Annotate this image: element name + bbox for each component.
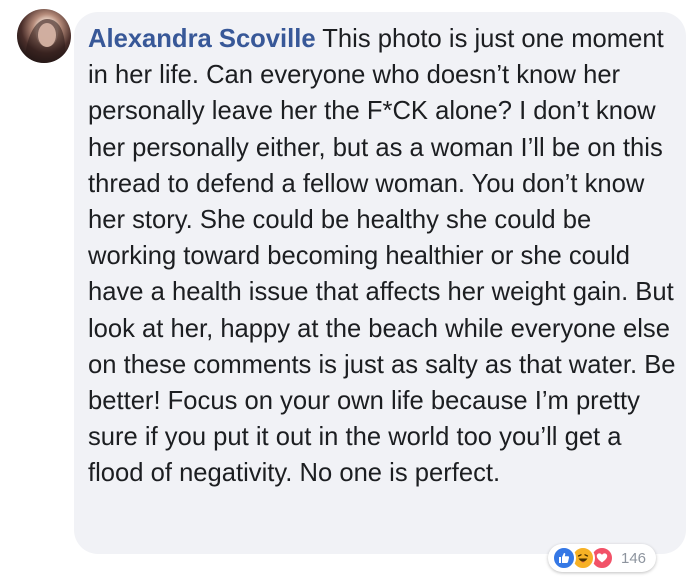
avatar-photo-icon bbox=[25, 19, 66, 63]
comment-body: Alexandra Scoville This photo is just on… bbox=[88, 21, 678, 492]
avatar[interactable] bbox=[17, 9, 71, 63]
comment-text: This photo is just one moment in her lif… bbox=[88, 25, 676, 488]
like-icon bbox=[552, 546, 576, 570]
comment-author-link[interactable]: Alexandra Scoville bbox=[88, 25, 316, 53]
reaction-count: 146 bbox=[621, 549, 647, 567]
reactions-summary[interactable]: 146 bbox=[548, 544, 657, 572]
comment-thread: Alexandra Scoville This photo is just on… bbox=[0, 0, 700, 584]
